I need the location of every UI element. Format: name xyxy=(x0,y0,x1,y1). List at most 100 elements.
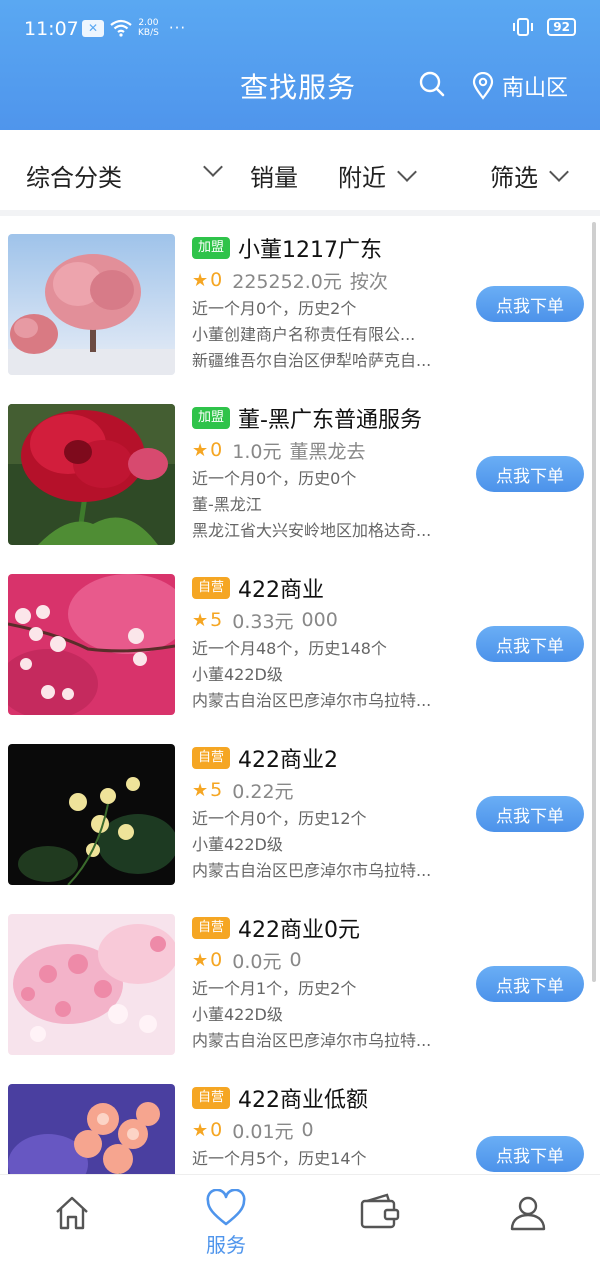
service-merchant: 小董422D级 xyxy=(192,1005,283,1024)
filter-screen[interactable]: 筛选 xyxy=(490,158,569,193)
service-image-yellow-flowers xyxy=(8,744,175,885)
status-time: 11:07 xyxy=(24,18,79,40)
service-item[interactable]: 加盟 小董1217广东 ★ 0 225252.0元 按次 近一个月0个，历史2个… xyxy=(0,222,600,392)
location-pin-icon xyxy=(472,72,494,100)
location-selector[interactable]: 南山区 xyxy=(472,70,568,102)
service-rating: 0 xyxy=(210,269,223,291)
order-button[interactable]: 点我下单 xyxy=(476,966,584,1002)
network-speed: 2.00 KB/S xyxy=(138,18,159,38)
service-unit: 0 xyxy=(301,1119,314,1141)
service-name: 小董1217广东 xyxy=(238,238,383,263)
order-button[interactable]: 点我下单 xyxy=(476,796,584,832)
service-rating: 0 xyxy=(210,1119,223,1141)
service-sales: 近一个月5个，历史14个 xyxy=(192,1149,367,1168)
location-label: 南山区 xyxy=(502,76,569,101)
service-image-red-peony xyxy=(8,404,175,545)
service-info: 自营 422商业 ★ 5 0.33元 000 近一个月48个，历史148个 小董… xyxy=(192,572,472,712)
service-price: 1.0元 xyxy=(232,440,282,463)
service-rating: 5 xyxy=(210,609,223,631)
tab-service[interactable]: 服务 xyxy=(186,1189,266,1258)
filter-sales[interactable]: 销量 xyxy=(250,158,298,193)
service-item[interactable]: 自营 422商业 ★ 5 0.33元 000 近一个月48个，历史148个 小董… xyxy=(0,562,600,732)
more-dots: ··· xyxy=(168,19,187,37)
badge-join: 加盟 xyxy=(192,407,231,429)
battery-indicator: 92 xyxy=(547,18,576,36)
heart-icon xyxy=(206,1189,246,1226)
wifi-icon xyxy=(110,19,132,37)
badge-self: 自营 xyxy=(192,577,231,599)
service-sales: 近一个月0个，历史0个 xyxy=(192,469,357,488)
service-address: 内蒙古自治区巴彦淖尔市乌拉特... xyxy=(192,1031,432,1050)
service-price: 0.33元 xyxy=(232,610,294,633)
service-item[interactable]: 自营 422商业低额 ★ 0 0.01元 0 近一个月5个，历史14个 点我下单 xyxy=(0,1072,600,1174)
service-merchant: 董-黑龙江 xyxy=(192,495,262,514)
service-unit: 0 xyxy=(289,949,302,971)
tab-profile[interactable] xyxy=(488,1193,568,1233)
service-unit: 000 xyxy=(301,609,338,631)
service-price: 0.22元 xyxy=(232,780,294,803)
service-address: 黑龙江省大兴安岭地区加格达奇... xyxy=(192,521,432,540)
nearby-chevron-down-icon xyxy=(397,161,417,182)
order-button[interactable]: 点我下单 xyxy=(476,1136,584,1172)
star-icon: ★ xyxy=(192,949,209,971)
service-item[interactable]: 自营 422商业0元 ★ 0 0.0元 0 近一个月1个，历史2个 小董422D… xyxy=(0,902,600,1072)
filter-category[interactable]: 综合分类 xyxy=(26,158,122,193)
badge-join: 加盟 xyxy=(192,237,231,259)
wallet-icon xyxy=(360,1193,400,1229)
service-list[interactable]: 加盟 小董1217广东 ★ 0 225252.0元 按次 近一个月0个，历史2个… xyxy=(0,222,600,1174)
page-title: 查找服务 xyxy=(240,71,357,104)
category-chevron-down-icon[interactable] xyxy=(203,157,223,177)
service-info: 自营 422商业2 ★ 5 0.22元 近一个月0个，历史12个 小董422D级… xyxy=(192,742,472,882)
service-info: 加盟 董-黑广东普通服务 ★ 0 1.0元 董黑龙去 近一个月0个，历史0个 董… xyxy=(192,402,472,542)
message-icon: ✕ xyxy=(82,19,104,37)
service-image-plum-blossom xyxy=(8,574,175,715)
order-button[interactable]: 点我下单 xyxy=(476,626,584,662)
user-icon xyxy=(510,1196,546,1231)
service-name: 422商业低额 xyxy=(238,1088,369,1113)
service-rating: 0 xyxy=(210,949,223,971)
star-icon: ★ xyxy=(192,609,209,631)
order-button[interactable]: 点我下单 xyxy=(476,456,584,492)
filter-screen-label: 筛选 xyxy=(490,164,538,192)
service-name: 422商业2 xyxy=(238,748,339,773)
tab-wallet[interactable] xyxy=(340,1193,420,1231)
service-price: 0.01元 xyxy=(232,1120,294,1143)
service-sales: 近一个月0个，历史12个 xyxy=(192,809,367,828)
service-name: 422商业 xyxy=(238,578,325,603)
order-button[interactable]: 点我下单 xyxy=(476,286,584,322)
service-merchant: 小董422D级 xyxy=(192,835,283,854)
bottom-tab-bar: 服务 xyxy=(0,1174,600,1268)
search-icon[interactable] xyxy=(418,70,446,98)
service-address: 内蒙古自治区巴彦淖尔市乌拉特... xyxy=(192,691,432,710)
service-info: 自营 422商业低额 ★ 0 0.01元 0 近一个月5个，历史14个 xyxy=(192,1082,472,1170)
service-address: 内蒙古自治区巴彦淖尔市乌拉特... xyxy=(192,861,432,880)
service-image-pink-flowers xyxy=(8,1084,175,1174)
service-unit: 按次 xyxy=(349,270,388,293)
service-name: 董-黑广东普通服务 xyxy=(238,408,422,433)
star-icon: ★ xyxy=(192,269,209,291)
filter-nearby-label: 附近 xyxy=(338,164,386,192)
service-price: 0.0元 xyxy=(232,950,282,973)
service-address: 新疆维吾尔自治区伊犁哈萨克自... xyxy=(192,351,432,370)
tab-home[interactable] xyxy=(32,1193,112,1233)
service-rating: 5 xyxy=(210,779,223,801)
status-icons: ✕ 2.00 KB/S ··· xyxy=(82,18,186,38)
badge-self: 自营 xyxy=(192,917,231,939)
service-unit: 董黑龙去 xyxy=(289,440,366,463)
filter-category-label: 综合分类 xyxy=(26,164,122,192)
star-icon: ★ xyxy=(192,439,209,461)
service-item[interactable]: 加盟 董-黑广东普通服务 ★ 0 1.0元 董黑龙去 近一个月0个，历史0个 董… xyxy=(0,392,600,562)
badge-self: 自营 xyxy=(192,747,231,769)
filter-nearby[interactable]: 附近 xyxy=(338,158,417,193)
star-icon: ★ xyxy=(192,779,209,801)
service-image-pink-tree xyxy=(8,234,175,375)
service-item[interactable]: 自营 422商业2 ★ 5 0.22元 近一个月0个，历史12个 小董422D级… xyxy=(0,732,600,902)
filter-chevron-down-icon xyxy=(549,161,569,182)
service-name: 422商业0元 xyxy=(238,918,361,943)
service-sales: 近一个月1个，历史2个 xyxy=(192,979,357,998)
badge-self: 自营 xyxy=(192,1087,231,1109)
filter-bar: 综合分类 销量 附近 筛选 xyxy=(0,130,600,216)
star-icon: ★ xyxy=(192,1119,209,1141)
service-info: 加盟 小董1217广东 ★ 0 225252.0元 按次 近一个月0个，历史2个… xyxy=(192,232,472,372)
service-image-cherry-blossom xyxy=(8,914,175,1055)
